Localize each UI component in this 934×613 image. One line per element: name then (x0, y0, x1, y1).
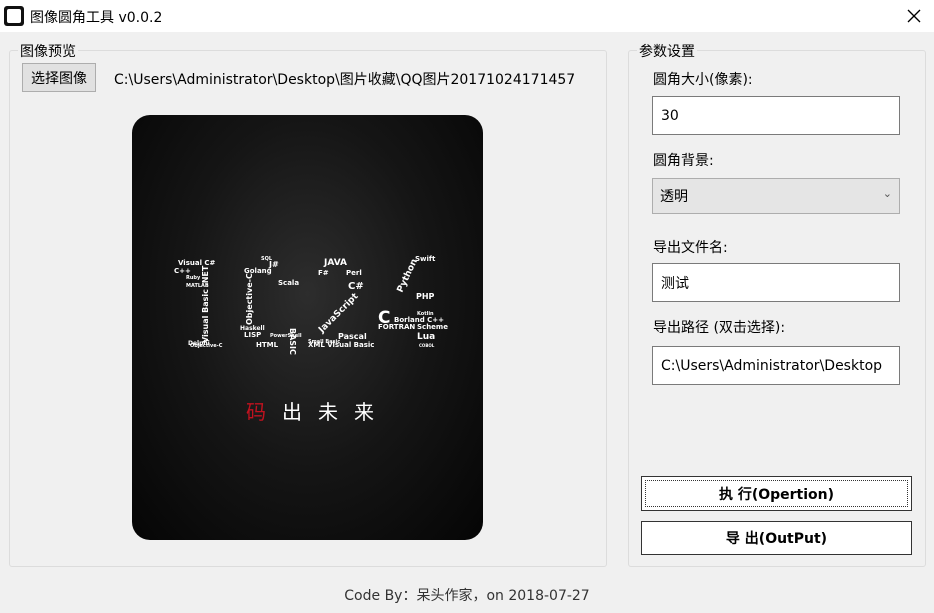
lang-word: JAVA (323, 258, 347, 268)
radius-input[interactable]: 30 (652, 96, 900, 135)
lang-word: Delphi (188, 340, 210, 347)
lang-word: FORTRAN (378, 323, 415, 331)
settings-group: 参数设置 圆角大小(像素): 30 圆角背景: 透明 ⌄ 导出文件名: 测试 导… (628, 41, 926, 567)
background-label: 圆角背景: (653, 153, 714, 169)
lang-word: C# (348, 281, 364, 292)
filename-input[interactable]: 测试 (652, 263, 900, 302)
preview-group: 图像预览 选择图像 C:\Users\Administrator\Desktop… (9, 41, 607, 567)
lang-word: PowerShell (270, 333, 302, 339)
export-button[interactable]: 导 出(OutPut) (641, 521, 912, 555)
lang-word: COBOL (419, 343, 435, 348)
filename-label: 导出文件名: (653, 240, 728, 256)
app-icon (4, 6, 24, 26)
lang-word: C++ (174, 267, 191, 275)
output-path-input[interactable]: C:\Users\Administrator\Desktop (652, 346, 900, 385)
lang-word: Objective-C (245, 273, 254, 325)
preview-group-label: 图像预览 (18, 41, 78, 61)
lang-word: Scheme (417, 323, 448, 331)
output-path-label: 导出路径 (双击选择): (653, 320, 786, 336)
slogan-char-4: 来 (354, 400, 374, 424)
lang-word: Perl (346, 269, 362, 277)
select-image-button[interactable]: 选择图像 (22, 63, 96, 92)
preview-artwork: Visual C# C++ Ruby MATLAB Visual Basic .… (174, 255, 448, 424)
lang-word: LISP (244, 331, 261, 339)
slogan-char-2: 出 (282, 400, 302, 424)
slogan-char-1: 码 (246, 400, 266, 424)
lang-word: Ruby (186, 275, 201, 281)
title-bar: 图像圆角工具 v0.0.2 (0, 0, 934, 32)
background-select[interactable]: 透明 ⌄ (652, 178, 900, 214)
radius-label: 圆角大小(像素): (653, 72, 753, 88)
lang-word: Lua (417, 332, 435, 342)
lang-word: Scala (278, 279, 299, 287)
lang-word: Python (396, 257, 420, 294)
lang-word: HTML (256, 341, 279, 349)
lang-word: PHP (416, 292, 435, 301)
lang-word: Kotlin (417, 311, 434, 317)
footer-credit: Code By：呆头作家，on 2018-07-27 (344, 588, 590, 604)
lang-word: XML Visual Basic (308, 341, 374, 349)
lang-word: Visual Basic .NET (201, 265, 210, 343)
settings-group-label: 参数设置 (637, 41, 697, 61)
background-select-value: 透明 (660, 189, 688, 205)
lang-word: JavaScript (316, 291, 361, 336)
lang-word: F# (318, 269, 329, 277)
window-title: 图像圆角工具 v0.0.2 (30, 10, 163, 26)
close-icon (907, 9, 921, 23)
close-button[interactable] (894, 0, 934, 32)
lang-word: Pascal (338, 332, 367, 341)
execute-button[interactable]: 执 行(Opertion) (641, 476, 912, 511)
chevron-down-icon: ⌄ (882, 187, 892, 200)
image-path-label: C:\Users\Administrator\Desktop\图片收藏\QQ图片… (114, 72, 576, 88)
preview-image: Visual C# C++ Ruby MATLAB Visual Basic .… (132, 115, 483, 540)
slogan-char-3: 未 (318, 400, 338, 424)
